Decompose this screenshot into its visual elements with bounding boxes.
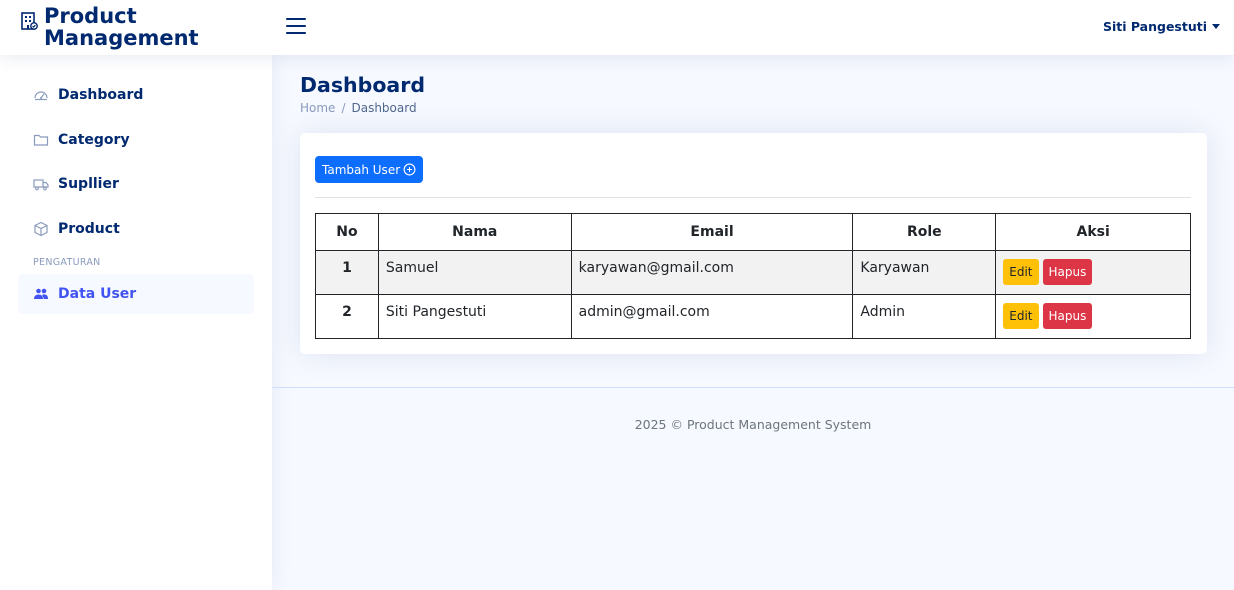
table-row: 2 Siti Pangestuti admin@gmail.com Admin …: [315, 294, 1191, 339]
sidebar-item-label: Dashboard: [58, 87, 144, 103]
card-divider: [315, 197, 1191, 198]
breadcrumb-separator: /: [341, 101, 346, 115]
box-icon: [34, 221, 48, 236]
table-header-row: No Nama Email Role Aksi: [315, 213, 1191, 251]
sidebar-toggle-icon[interactable]: [286, 18, 306, 34]
sidebar-item-label: Data User: [58, 286, 137, 302]
table-row: 1 Samuel karyawan@gmail.com Karyawan Edi…: [315, 250, 1191, 295]
user-table: No Nama Email Role Aksi 1 Samuel karyawa…: [315, 213, 1191, 339]
brand-name: Product Management: [44, 5, 214, 49]
truck-icon: [33, 179, 49, 191]
add-user-button[interactable]: Tambah User: [315, 156, 424, 183]
sidebar-item-supplier[interactable]: Supllier: [18, 164, 254, 204]
caret-down-icon: [1212, 24, 1220, 29]
delete-button[interactable]: Hapus: [1042, 259, 1093, 285]
cell-nama: Siti Pangestuti: [377, 294, 572, 339]
user-card: Tambah User No Nama Email Role Aksi 1 Sa…: [300, 133, 1207, 354]
brand-name-line1: Product: [44, 4, 137, 28]
folder-icon: [33, 134, 49, 146]
cell-no: 2: [315, 294, 379, 339]
profile-dropdown[interactable]: Siti Pangestuti: [1103, 19, 1220, 34]
cell-nama: Samuel: [377, 250, 572, 295]
sidebar-item-label: Supllier: [58, 176, 119, 192]
sidebar-item-category[interactable]: Category: [18, 120, 254, 160]
top-header: Product Management Siti Pangestuti: [0, 0, 1234, 55]
cell-email: karyawan@gmail.com: [570, 250, 854, 295]
delete-button[interactable]: Hapus: [1042, 303, 1093, 329]
cell-no: 1: [315, 250, 379, 295]
people-icon: [34, 288, 48, 299]
page-title: Dashboard: [300, 73, 426, 97]
edit-button[interactable]: Edit: [1003, 259, 1039, 285]
footer-copyright: 2025 © Product Management System: [634, 417, 872, 432]
sidebar: Dashboard Category Supllier Product PENG…: [0, 55, 272, 590]
column-header-no: No: [315, 213, 379, 251]
brand-name-line2: Management: [44, 26, 199, 50]
plus-circle-icon: [403, 163, 416, 176]
speedometer-icon: [34, 91, 48, 101]
main-content: Dashboard Home / Dashboard Tambah User N…: [272, 55, 1234, 590]
add-user-button-label: Tambah User: [322, 162, 401, 177]
column-header-nama: Nama: [377, 213, 572, 251]
sidebar-item-label: Product: [58, 220, 120, 237]
footer: 2025 © Product Management System: [272, 387, 1234, 590]
breadcrumb-home[interactable]: Home: [300, 101, 335, 115]
profile-name: Siti Pangestuti: [1102, 19, 1207, 34]
sidebar-item-label: Category: [58, 131, 130, 148]
column-header-role: Role: [852, 213, 997, 251]
breadcrumb: Home / Dashboard: [300, 101, 417, 115]
column-header-email: Email: [570, 213, 854, 251]
cell-aksi: Edit Hapus: [995, 294, 1191, 339]
sidebar-item-data-user[interactable]: Data User: [18, 274, 254, 314]
sidebar-heading-settings: PENGATURAN: [33, 257, 101, 268]
cell-role: Admin: [852, 294, 997, 339]
column-header-aksi: Aksi: [995, 213, 1191, 251]
sidebar-item-product[interactable]: Product: [18, 209, 254, 249]
breadcrumb-current: Dashboard: [351, 101, 417, 115]
brand-logo[interactable]: Product Management: [20, 5, 214, 49]
sidebar-item-dashboard[interactable]: Dashboard: [18, 75, 254, 115]
building-icon: [21, 12, 38, 30]
cell-role: Karyawan: [852, 250, 997, 295]
cell-aksi: Edit Hapus: [995, 250, 1191, 295]
cell-email: admin@gmail.com: [570, 294, 854, 339]
edit-button[interactable]: Edit: [1003, 303, 1039, 329]
